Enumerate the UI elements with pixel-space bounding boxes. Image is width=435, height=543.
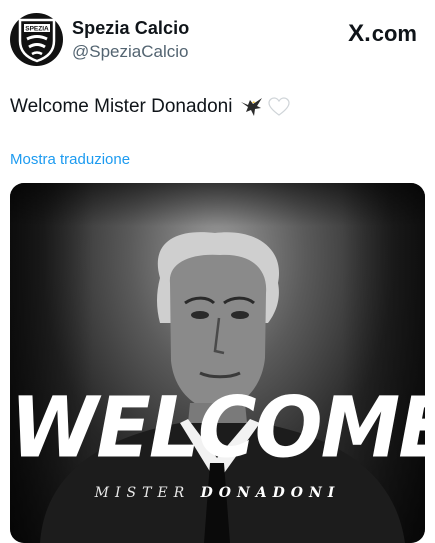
eagle-icon — [240, 96, 264, 118]
x-brand: X. com — [348, 20, 417, 48]
tweet-text: Welcome Mister Donadoni — [10, 96, 291, 118]
x-logo-icon: X. — [348, 20, 371, 47]
tweet-body: Welcome Mister Donadoni — [10, 96, 233, 117]
caption-name: DONADONI — [200, 485, 341, 501]
avatar-crest-text: SPEZIA — [25, 25, 49, 32]
mister-donadoni-caption: MISTER DONADONI — [10, 485, 425, 501]
translate-link[interactable]: Mostra traduzione — [10, 151, 130, 168]
white-heart-icon — [268, 97, 291, 117]
avatar[interactable]: SPEZIA — [10, 13, 63, 66]
spezia-crest-icon: SPEZIA — [18, 18, 55, 62]
user-handle[interactable]: @SpeziaCalcio — [72, 42, 188, 62]
welcome-headline: WELCOME — [10, 378, 425, 477]
tweet-media-image[interactable]: WELCOME MISTER DONADONI — [10, 183, 425, 543]
caption-prefix: MISTER — [94, 485, 191, 501]
display-name[interactable]: Spezia Calcio — [72, 18, 189, 39]
x-brand-domain: com — [371, 21, 417, 46]
tweet-header: SPEZIA Spezia Calcio @SpeziaCalcio X. co… — [0, 0, 435, 80]
